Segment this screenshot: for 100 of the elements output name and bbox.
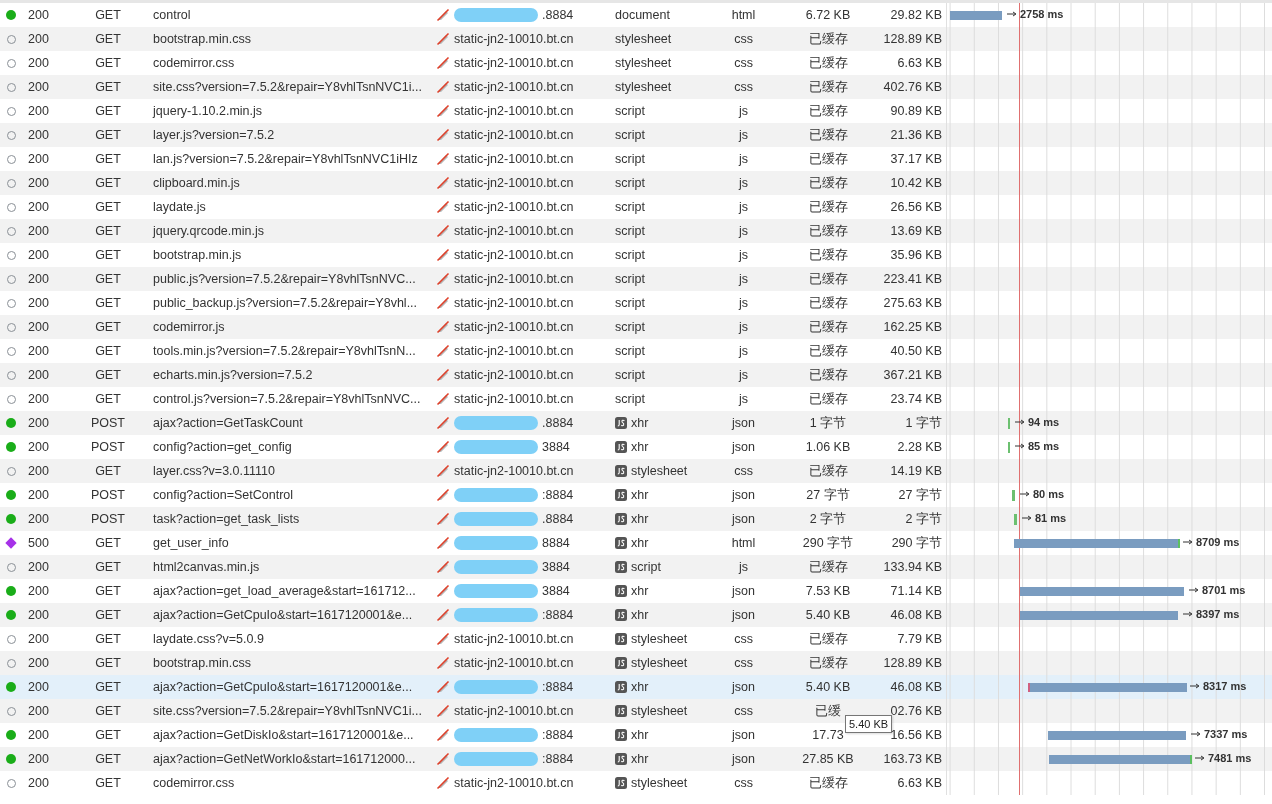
request-name[interactable]: bootstrap.min.css xyxy=(153,32,251,46)
duration-label: 8709 ms xyxy=(1196,536,1240,548)
status-code: 200 xyxy=(28,224,49,238)
transfer-size: 71.14 KB xyxy=(890,584,942,598)
timing-bar xyxy=(950,11,1002,20)
request-name[interactable]: config?action=SetControl xyxy=(153,488,294,502)
request-name[interactable]: codemirror.css xyxy=(153,56,235,70)
request-name[interactable]: codemirror.js xyxy=(153,320,225,334)
request-method: GET xyxy=(95,176,121,190)
status-code: 200 xyxy=(28,728,49,742)
request-method: GET xyxy=(95,776,121,790)
pencil-slash-icon xyxy=(436,392,450,406)
duration-label: 8397 ms xyxy=(1196,608,1240,620)
request-name[interactable]: task?action=get_task_lists xyxy=(153,512,300,526)
mime-type: js xyxy=(739,272,748,286)
request-name[interactable]: config?action=get_config xyxy=(153,440,292,454)
request-name[interactable]: codemirror.css xyxy=(153,776,235,790)
resource-size: 已缓存 xyxy=(808,78,848,96)
request-name[interactable]: html2canvas.min.js xyxy=(153,560,260,574)
mime-type: js xyxy=(739,344,748,358)
pencil-slash-icon xyxy=(436,680,450,694)
request-name[interactable]: ajax?action=GetDiskIo&start=1617120001&e... xyxy=(153,728,414,742)
request-name[interactable]: echarts.min.js?version=7.5.2 xyxy=(153,368,313,382)
duration-label: 80 ms xyxy=(1033,488,1065,500)
transfer-size: 128.89 KB xyxy=(883,32,942,46)
resource-size: 1.06 KB xyxy=(805,440,851,454)
request-type: script xyxy=(615,320,645,334)
pencil-slash-icon xyxy=(436,32,450,46)
resource-size: 已缓存 xyxy=(808,174,848,192)
arrow-icon xyxy=(1020,491,1030,497)
request-type: script xyxy=(615,296,645,310)
status-dot-icon xyxy=(6,610,16,620)
request-name[interactable]: jquery.qrcode.min.js xyxy=(153,224,264,238)
request-name[interactable]: ajax?action=GetNetWorkIo&start=161712000... xyxy=(153,752,416,766)
transfer-size: 23.74 KB xyxy=(890,392,942,406)
pencil-slash-icon xyxy=(436,464,450,478)
request-type: xhr xyxy=(631,512,649,526)
resource-size: 已缓存 xyxy=(808,318,848,336)
mime-type: html xyxy=(731,536,756,550)
request-name[interactable]: laydate.js xyxy=(153,200,206,214)
request-method: GET xyxy=(95,464,121,478)
arrow-icon xyxy=(1183,539,1193,545)
request-name[interactable]: ajax?action=GetCpuIo&start=1617120001&e... xyxy=(153,608,413,622)
mime-type: json xyxy=(732,488,755,502)
status-code: 200 xyxy=(28,296,49,310)
request-name[interactable]: bootstrap.min.js xyxy=(153,248,242,262)
request-method: GET xyxy=(95,200,121,214)
request-name[interactable]: layer.js?version=7.5.2 xyxy=(153,128,275,142)
request-host: 8884 xyxy=(542,536,570,550)
request-name[interactable]: site.css?version=7.5.2&repair=Y8vhlTsnNVC1i... xyxy=(153,704,422,718)
request-method: GET xyxy=(95,680,121,694)
request-name[interactable]: public.js?version=7.5.2&repair=Y8vhlTsnNVC... xyxy=(153,272,416,286)
status-dot-icon xyxy=(6,682,16,692)
status-code: 200 xyxy=(28,584,49,598)
pencil-slash-icon xyxy=(436,536,450,550)
request-host: :8884 xyxy=(542,488,574,502)
request-type: xhr xyxy=(631,440,649,454)
resource-size: 6.72 KB xyxy=(805,8,851,22)
request-host: static-jn2-10010.bt.cn xyxy=(454,344,574,358)
resource-size: 已缓存 xyxy=(808,54,848,72)
resource-size: 5.40 KB xyxy=(805,608,851,622)
request-name[interactable]: get_user_info xyxy=(153,536,229,550)
request-name[interactable]: layer.css?v=3.0.11110 xyxy=(153,464,275,478)
request-name[interactable]: control xyxy=(153,8,191,22)
arrow-icon xyxy=(1015,443,1025,449)
mime-type: json xyxy=(732,728,755,742)
request-name[interactable]: tools.min.js?version=7.5.2&repair=Y8vhlTsnN... xyxy=(153,344,416,358)
mime-type: json xyxy=(732,416,755,430)
request-name[interactable]: clipboard.min.js xyxy=(153,176,240,190)
request-name[interactable]: ajax?action=GetCpuIo&start=1617120001&e... xyxy=(153,680,413,694)
request-host: :8884 xyxy=(542,608,574,622)
request-host: static-jn2-10010.bt.cn xyxy=(454,32,574,46)
resource-size: 已缓存 xyxy=(808,558,848,576)
arrow-icon xyxy=(1183,611,1193,617)
request-name[interactable]: ajax?action=get_load_average&start=161712... xyxy=(153,584,416,598)
transfer-size: 46.08 KB xyxy=(890,608,942,622)
resource-size: 17.73 xyxy=(812,728,844,742)
request-name[interactable]: site.css?version=7.5.2&repair=Y8vhlTsnNVC1i... xyxy=(153,80,422,94)
request-type: document xyxy=(615,8,670,22)
request-name[interactable]: control.js?version=7.5.2&repair=Y8vhlTsnNVC... xyxy=(153,392,421,406)
duration-label: 7337 ms xyxy=(1204,728,1248,740)
transfer-size: 163.73 KB xyxy=(883,752,942,766)
mime-type: js xyxy=(739,368,748,382)
resource-size: 已缓存 xyxy=(808,654,848,672)
request-name[interactable]: lan.js?version=7.5.2&repair=Y8vhlTsnNVC1iHIz xyxy=(153,152,418,166)
request-type: stylesheet xyxy=(631,632,688,646)
request-name[interactable]: bootstrap.min.css xyxy=(153,656,251,670)
request-name[interactable]: laydate.css?v=5.0.9 xyxy=(153,632,264,646)
request-host: static-jn2-10010.bt.cn xyxy=(454,152,574,166)
mime-type: js xyxy=(739,128,748,142)
request-type: xhr xyxy=(631,488,649,502)
request-name[interactable]: public_backup.js?version=7.5.2&repair=Y8vhl... xyxy=(153,296,418,310)
pencil-slash-icon xyxy=(436,344,450,358)
request-type: script xyxy=(615,248,645,262)
request-host: 3884 xyxy=(542,440,570,454)
request-name[interactable]: jquery-1.10.2.min.js xyxy=(153,104,263,118)
request-host: 3884 xyxy=(542,560,570,574)
request-method: GET xyxy=(95,320,121,334)
request-method: GET xyxy=(95,560,121,574)
request-name[interactable]: ajax?action=GetTaskCount xyxy=(153,416,303,430)
